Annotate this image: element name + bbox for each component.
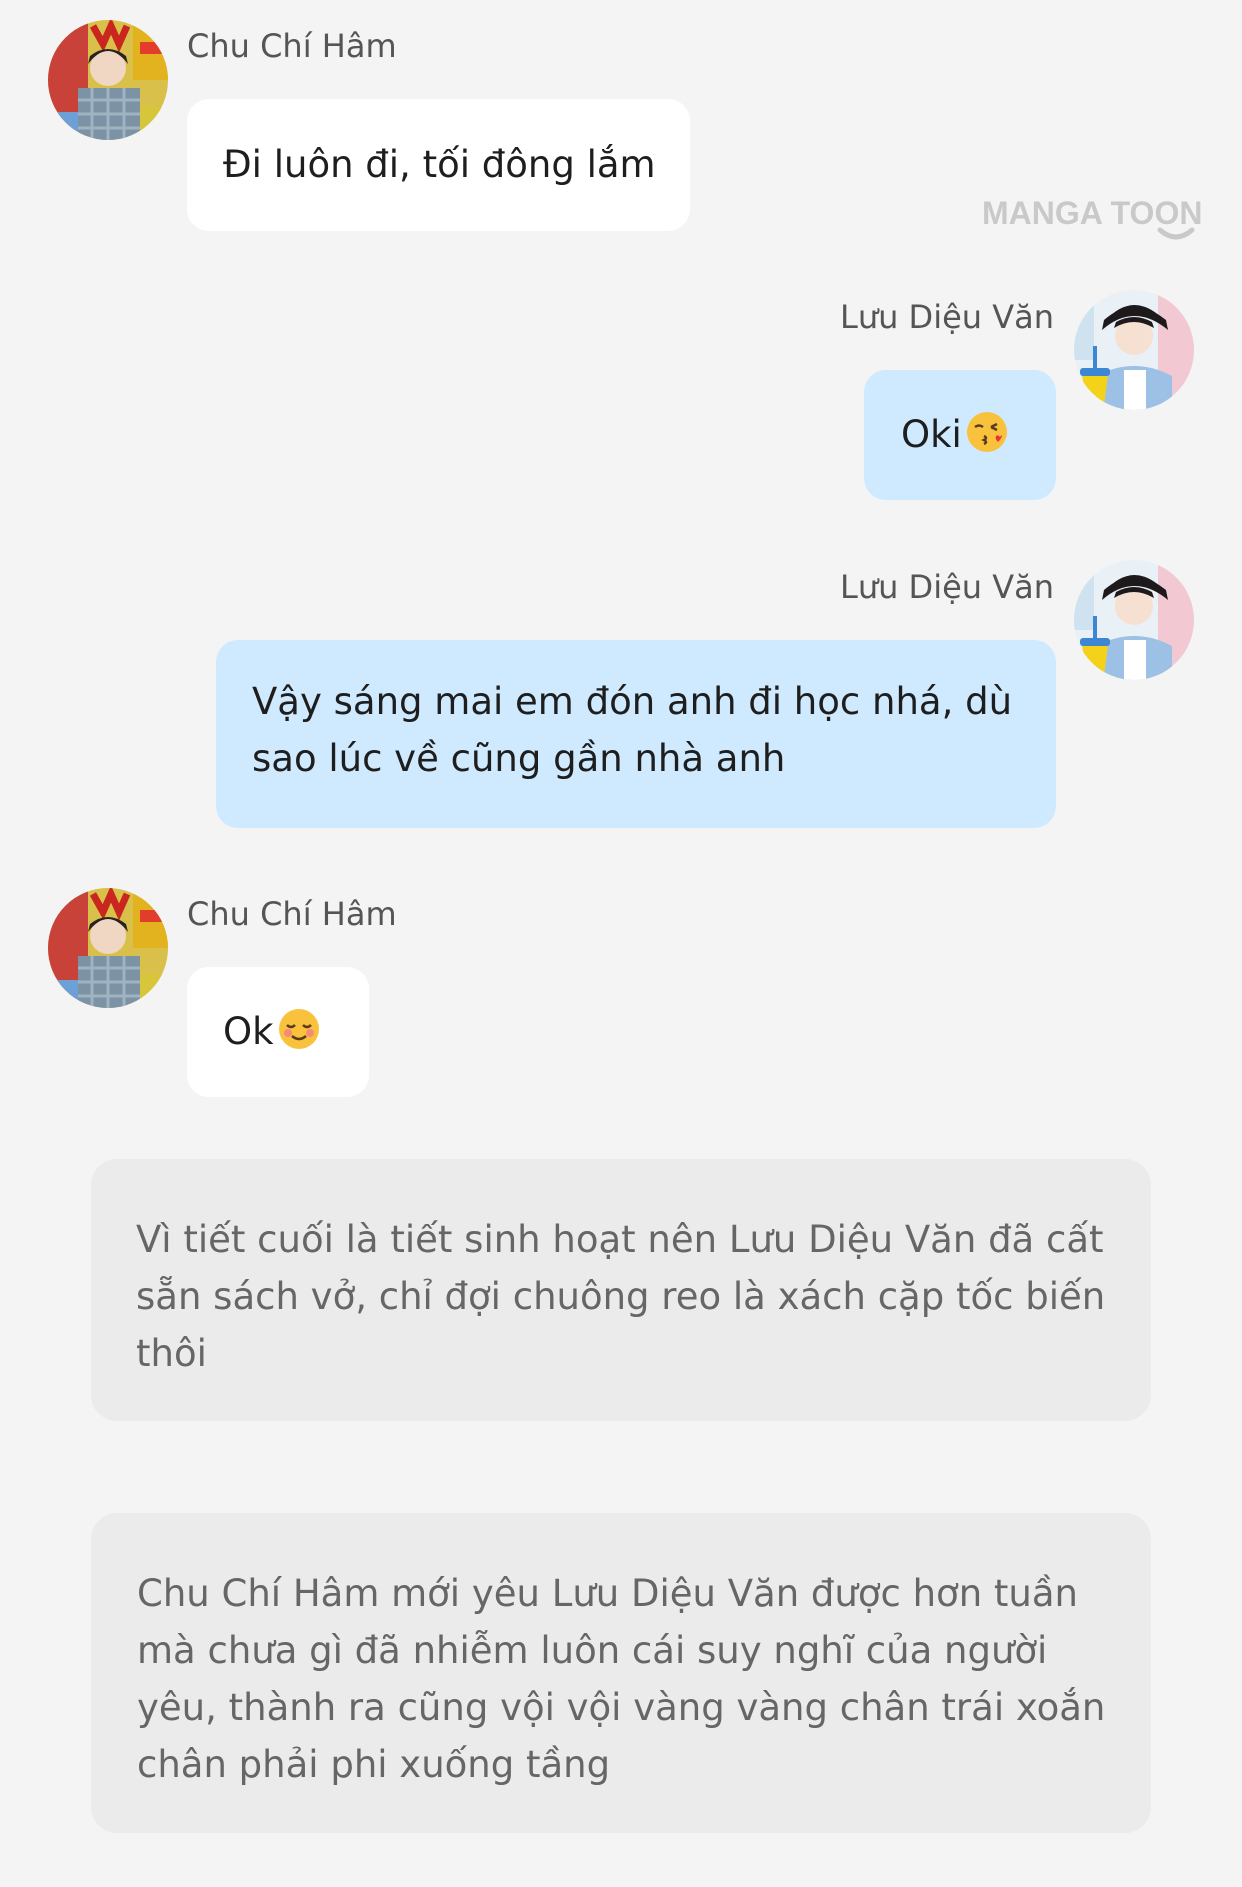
sender-name: Lưu Diệu Văn [839, 298, 1054, 336]
sender-name: Lưu Diệu Văn [839, 568, 1054, 606]
message-bubble[interactable]: Vậy sáng mai em đón anh đi học nhá, dù s… [216, 640, 1056, 828]
message-bubble[interactable]: Oki [864, 370, 1056, 500]
sender-name: Chu Chí Hâm [187, 895, 397, 933]
narration-line: Chu Chí Hâm mới yêu Lưu Diệu Văn được hơ… [137, 1572, 1078, 1615]
narration-line: yêu, thành ra cũng vội vội vàng vàng châ… [137, 1686, 1106, 1729]
narration-line: mà chưa gì đã nhiễm luôn cái suy nghĩ củ… [137, 1629, 1048, 1672]
narration-box: Vì tiết cuối là tiết sinh hoạt nên Lưu D… [91, 1159, 1151, 1421]
narration-box: Chu Chí Hâm mới yêu Lưu Diệu Văn được hơ… [91, 1513, 1151, 1833]
narration-line: chân phải phi xuống tầng [137, 1743, 611, 1786]
avatar-luu-dieu-van[interactable] [1074, 290, 1194, 410]
narration-line: thôi [136, 1332, 207, 1375]
message-bubble[interactable]: Ok [187, 967, 369, 1097]
message-bubble[interactable]: Đi luôn đi, tối đông lắm [187, 99, 690, 231]
avatar-chu-chi-ham[interactable] [48, 20, 168, 140]
svg-text:MANGA TOON: MANGA TOON [982, 195, 1202, 231]
avatar-chu-chi-ham[interactable] [48, 888, 168, 1008]
kissing-heart-emoji-icon [964, 409, 1010, 471]
message-text-line: sao lúc về cũng gần nhà anh [252, 737, 786, 780]
avatar-luu-dieu-van[interactable] [1074, 560, 1194, 680]
message-text-line: Vậy sáng mai em đón anh đi học nhá, dù [252, 680, 1013, 723]
message-text: Đi luôn đi, tối đông lắm [223, 143, 656, 186]
watermark: MANGA TOON [982, 192, 1232, 252]
message-text: Ok [223, 1010, 274, 1053]
sender-name: Chu Chí Hâm [187, 27, 397, 65]
message-text: Oki [901, 413, 962, 456]
narration-line: Vì tiết cuối là tiết sinh hoạt nên Lưu D… [136, 1218, 1104, 1261]
smiling-blush-emoji-icon [276, 1006, 322, 1068]
narration-line: sẵn sách vở, chỉ đợi chuông reo là xách … [136, 1275, 1106, 1318]
